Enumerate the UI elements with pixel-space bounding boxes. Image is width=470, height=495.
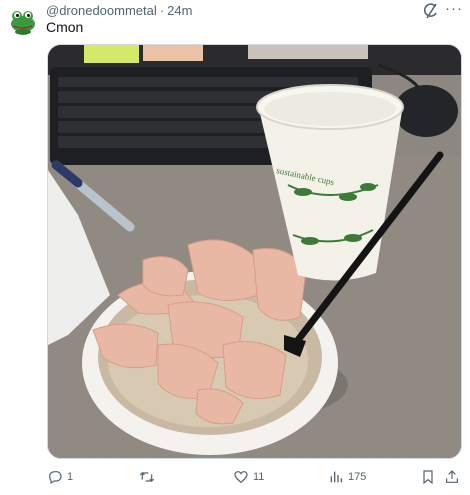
- user-handle[interactable]: @dronedoommetal: [46, 3, 157, 18]
- like-button[interactable]: 11: [233, 467, 264, 487]
- views-count: 175: [348, 471, 367, 483]
- food-photo: sustainable cups: [48, 45, 461, 458]
- post-time[interactable]: 24m: [167, 3, 192, 18]
- reply-count: 1: [67, 471, 74, 483]
- more-icon[interactable]: ···: [445, 0, 463, 17]
- post-header: @dronedoommetal · 24m: [46, 3, 192, 19]
- post-text: Cmon: [46, 19, 84, 35]
- repost-button[interactable]: [139, 467, 159, 487]
- grok-icon[interactable]: [422, 2, 440, 20]
- post-media[interactable]: sustainable cups: [47, 44, 462, 459]
- frog-avatar-icon: [8, 5, 38, 35]
- separator: ·: [159, 3, 165, 18]
- share-button[interactable]: [444, 467, 460, 487]
- repost-icon: [139, 472, 155, 482]
- bookmark-button[interactable]: [420, 467, 436, 487]
- like-count: 11: [253, 471, 265, 483]
- share-icon: [446, 470, 458, 483]
- like-icon: [234, 471, 248, 484]
- reply-button[interactable]: 1: [47, 467, 73, 487]
- views-button[interactable]: 175: [328, 467, 366, 487]
- bookmark-icon: [423, 470, 433, 485]
- views-icon: [330, 471, 342, 483]
- reply-icon: [49, 471, 62, 485]
- avatar[interactable]: [8, 5, 38, 35]
- action-bar: 1 11 175: [47, 467, 460, 487]
